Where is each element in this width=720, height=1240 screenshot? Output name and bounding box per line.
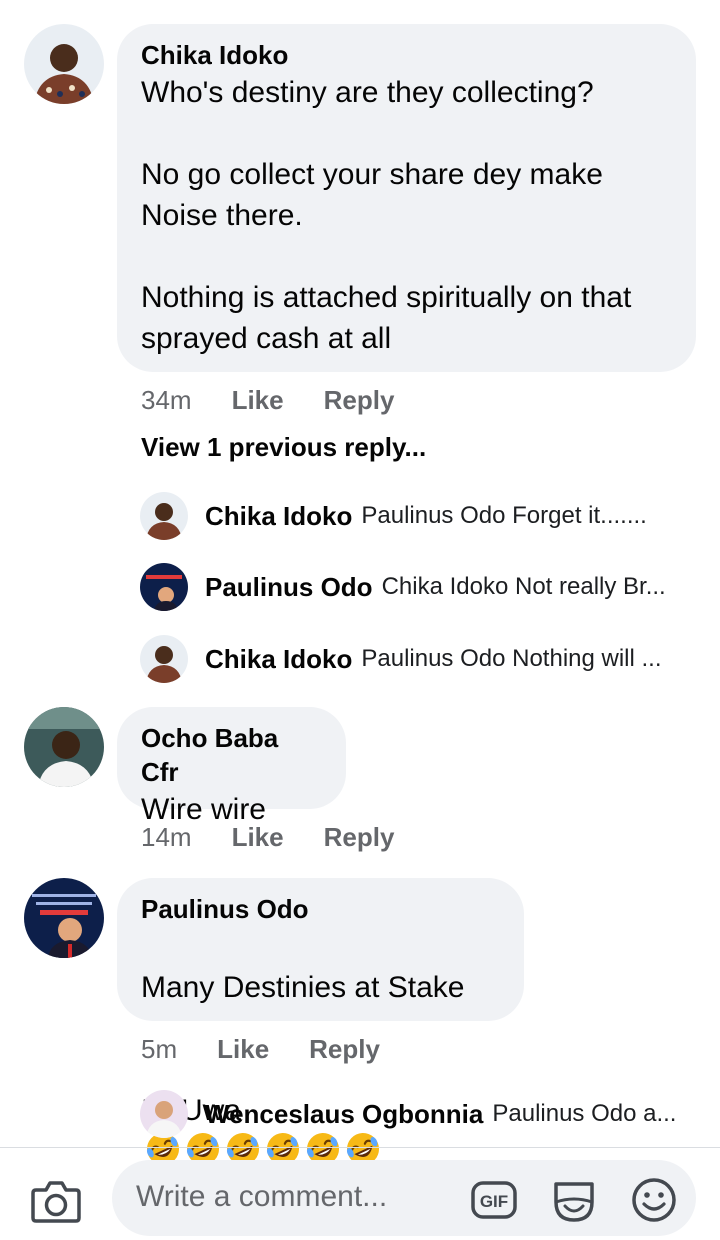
reply-text: Chika Idoko Not really Br...: [381, 573, 666, 600]
comment-input-placeholder: Write a comment...: [136, 1180, 388, 1213]
reply-button[interactable]: Reply: [324, 385, 395, 416]
reply-author[interactable]: Wenceslaus Ogbonnia: [205, 1099, 483, 1130]
comment-actions: 14m Like Reply: [141, 822, 394, 853]
comment-composer: Write a comment... GIF: [0, 1148, 720, 1240]
gif-icon[interactable]: GIF: [470, 1176, 518, 1224]
comment-input[interactable]: Write a comment... GIF: [112, 1160, 696, 1236]
comment-author[interactable]: Chika Idoko: [141, 38, 672, 72]
reply-row[interactable]: Wenceslaus Ogbonnia Paulinus Odo a...: [140, 1090, 700, 1138]
reply-text: Paulinus Odo Forget it.......: [361, 502, 647, 529]
reply-row[interactable]: Paulinus Odo Chika Idoko Not really Br..…: [140, 563, 700, 611]
comment-bubble[interactable]: Paulinus Odo Many Destinies at Stake Ije…: [117, 878, 524, 1165]
comment-author[interactable]: Paulinus Odo: [141, 892, 500, 926]
camera-icon[interactable]: [30, 1178, 82, 1224]
avatar-chika-idoko[interactable]: [24, 24, 104, 104]
reply-text: Paulinus Odo a...: [492, 1100, 677, 1127]
avatar-chika-idoko[interactable]: [140, 635, 188, 683]
reply-author[interactable]: Chika Idoko: [205, 501, 352, 532]
gif-label: GIF: [480, 1192, 508, 1211]
avatar-wenceslaus-ogbonnia[interactable]: [140, 1090, 188, 1138]
comment-time: 5m: [141, 1034, 178, 1064]
comment-actions: 34m Like Reply: [141, 385, 394, 416]
avatar-ocho-baba-cfr[interactable]: [24, 707, 104, 787]
comment-time: 14m: [141, 822, 192, 852]
comment-text-line: Many Destinies at Stake: [141, 971, 465, 1004]
reply-author[interactable]: Paulinus Odo: [205, 572, 373, 603]
like-button[interactable]: Like: [217, 1034, 269, 1065]
reply-text: Paulinus Odo Nothing will ...: [361, 645, 662, 672]
avatar-chika-idoko[interactable]: [140, 492, 188, 540]
reply-author[interactable]: Chika Idoko: [205, 644, 352, 675]
like-button[interactable]: Like: [232, 822, 284, 853]
view-previous-replies-link[interactable]: View 1 previous reply...: [141, 432, 426, 463]
comment-bubble[interactable]: Ocho Baba Cfr Wire wire: [117, 707, 346, 826]
reply-row[interactable]: Chika Idoko Paulinus Odo Forget it......…: [140, 492, 700, 540]
comment-bubble[interactable]: Chika Idoko Who's destiny are they colle…: [117, 24, 696, 372]
like-button[interactable]: Like: [232, 385, 284, 416]
avatar-paulinus-odo[interactable]: [140, 563, 188, 611]
comment-actions: 5m Like Reply: [141, 1034, 380, 1065]
smiley-icon[interactable]: [630, 1176, 678, 1224]
comment-time: 34m: [141, 385, 192, 415]
reply-button[interactable]: Reply: [324, 822, 395, 853]
reply-row[interactable]: Chika Idoko Paulinus Odo Nothing will ..…: [140, 635, 700, 683]
avatar-paulinus-odo[interactable]: [24, 878, 104, 958]
comment-author[interactable]: Ocho Baba Cfr: [141, 721, 322, 789]
sticker-icon[interactable]: [550, 1176, 598, 1224]
comment-text: Who's destiny are they collecting? No go…: [141, 76, 632, 355]
reply-button[interactable]: Reply: [309, 1034, 380, 1065]
